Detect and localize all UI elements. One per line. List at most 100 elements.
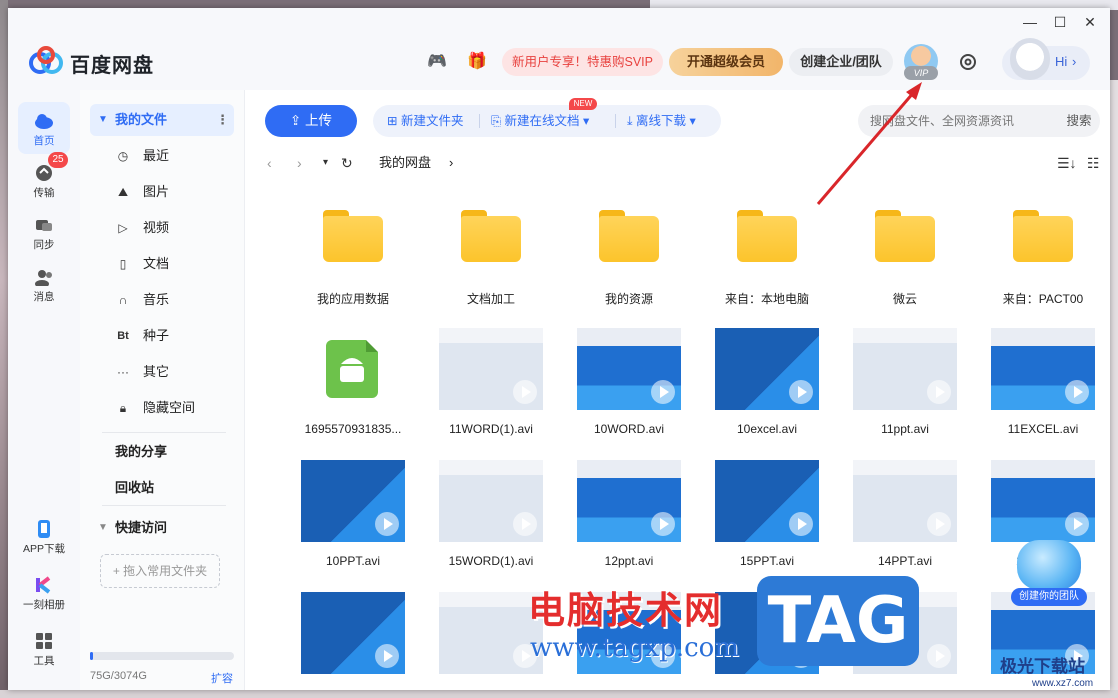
list-view-icon[interactable]: ☷ <box>1087 152 1100 174</box>
recycle-bin-link[interactable]: 回收站 <box>90 472 234 504</box>
file-name: 10PPT.avi <box>325 554 381 568</box>
minimize-button[interactable]: — <box>1016 12 1044 32</box>
folder-icon <box>875 210 935 262</box>
new-folder-button[interactable]: ⊞ 新建文件夹 <box>387 105 463 137</box>
video-thumbnail <box>439 328 543 410</box>
play-icon <box>375 512 399 536</box>
forward-arrow-icon[interactable]: › <box>297 152 302 174</box>
upload-button[interactable]: ⇪ 上传 <box>265 105 357 137</box>
maximize-button[interactable]: ☐ <box>1046 12 1074 32</box>
nav-messages[interactable]: 消息 <box>18 258 70 310</box>
nav-home[interactable]: 首页 <box>18 102 70 154</box>
nav-label: APP下载 <box>22 543 65 555</box>
my-files-label: 我的文件 <box>115 112 168 127</box>
create-team-widget[interactable]: 创建你的团队 <box>1011 540 1087 606</box>
nav-app-download[interactable]: APP下载 <box>18 510 70 562</box>
lock-icon: 🔒︎ <box>119 401 127 415</box>
file-name: 微云 <box>892 292 917 306</box>
category-hidden-space[interactable]: 🔒︎ 隐藏空间 <box>90 392 234 424</box>
apk-file-tile[interactable]: 1695570931835... <box>284 314 422 444</box>
search-button[interactable]: 搜索 <box>1058 105 1100 137</box>
play-icon <box>789 512 813 536</box>
nav-tools[interactable]: 工具 <box>18 622 70 674</box>
video-file-tile[interactable]: 14PPT.avi <box>836 446 974 576</box>
history-dropdown-icon[interactable]: ▾ <box>323 152 328 174</box>
back-arrow-icon[interactable]: ‹ <box>267 152 272 174</box>
video-file-tile[interactable]: 10excel.avi <box>698 314 836 444</box>
video-file-tile[interactable]: 11ppt.avi <box>836 314 974 444</box>
video-file-tile[interactable]: 11WORD(1).avi <box>422 314 560 444</box>
category-torrents[interactable]: Bt 种子 <box>90 320 234 352</box>
play-icon <box>927 644 951 668</box>
video-file-tile[interactable]: 10WORD.avi <box>560 314 698 444</box>
more-options-icon[interactable]: ⋮ <box>216 104 229 136</box>
folder-icon <box>737 210 797 262</box>
watermark-tag-logo: TAG <box>757 576 919 666</box>
my-share-link[interactable]: 我的分享 <box>90 436 234 468</box>
folder-tile[interactable]: 我的资源 <box>560 182 698 312</box>
folder-tile[interactable]: 文档加工 <box>422 182 560 312</box>
nav-label: 工具 <box>33 655 55 667</box>
category-recent[interactable]: ◷ 最近 <box>90 140 234 172</box>
game-icon[interactable]: 🎮 <box>426 51 448 73</box>
category-label: 隐藏空间 <box>143 400 196 415</box>
caret-down-icon: ▼ <box>98 114 108 125</box>
category-label: 视频 <box>143 220 170 235</box>
sort-icon[interactable]: ☰↓ <box>1057 152 1077 174</box>
file-name: 12ppt.avi <box>604 554 654 568</box>
gift-icon[interactable]: 🎁 <box>466 51 488 73</box>
nav-label: 一刻相册 <box>23 599 65 611</box>
category-label: 最近 <box>143 148 170 163</box>
assistant-robot-icon[interactable] <box>1010 38 1050 80</box>
expand-storage-link[interactable]: 扩容 <box>211 670 233 686</box>
refresh-icon[interactable]: ↻ <box>341 152 353 174</box>
folder-plus-icon: ⊞ <box>387 114 401 128</box>
video-file-tile[interactable]: 15PPT.avi <box>698 446 836 576</box>
video-thumbnail <box>439 460 543 542</box>
category-other[interactable]: ··· 其它 <box>90 356 234 388</box>
file-name: 来自：本地电脑 <box>724 292 809 306</box>
folder-icon <box>1013 210 1073 262</box>
phone-icon <box>38 520 50 538</box>
category-videos[interactable]: ▷ 视频 <box>90 212 234 244</box>
video-thumbnail <box>577 328 681 410</box>
message-icon <box>35 270 52 286</box>
transfer-count-badge: 25 <box>48 152 68 168</box>
watermark-site: 极光下载站 <box>1000 657 1085 676</box>
play-icon <box>375 644 399 668</box>
svip-promo-button[interactable]: 新用户专享！特惠购SVIP <box>502 48 663 76</box>
folder-tile[interactable]: 我的应用数据 <box>284 182 422 312</box>
torrent-icon: Bt <box>117 330 129 342</box>
file-name: 15WORD(1).avi <box>448 554 534 568</box>
category-music[interactable]: ∩ 音乐 <box>90 284 234 316</box>
quick-access-header[interactable]: ▼ 快捷访问 <box>90 512 234 544</box>
nav-album[interactable]: 一刻相册 <box>18 566 70 618</box>
file-name: 我的应用数据 <box>316 292 389 306</box>
category-documents[interactable]: ▯ 文档 <box>90 248 234 280</box>
file-name: 1695570931835... <box>304 422 402 436</box>
side-menu: ▼ 我的文件 ⋮ ◷ 最近 ⛰ 图片 ▷ 视频 ▯ 文档 ∩ 音乐 Bt 种子 ··· 其它 … <box>80 90 245 690</box>
category-pictures[interactable]: ⛰ 图片 <box>90 176 234 208</box>
picture-icon: ⛰ <box>117 185 129 199</box>
category-label: 图片 <box>143 184 170 199</box>
close-button[interactable]: ✕ <box>1076 12 1104 32</box>
video-file-tile[interactable]: 12ppt.avi <box>560 446 698 576</box>
breadcrumb-root[interactable]: 我的网盘 <box>379 152 431 174</box>
play-icon <box>651 512 675 536</box>
video-file-tile[interactable]: 10PPT.avi <box>284 446 422 576</box>
folder-tile[interactable]: 来自：PACT00 <box>974 182 1110 312</box>
offline-download-button[interactable]: ⤓ 离线下载 ▾ <box>627 105 696 137</box>
video-file-tile[interactable]: 15WORD(1).avi <box>422 446 560 576</box>
video-thumbnail <box>715 460 819 542</box>
quick-access-dropzone[interactable]: + 拖入常用文件夹 <box>100 554 220 588</box>
video-file-tile[interactable] <box>284 578 422 690</box>
nav-sync[interactable]: 同步 <box>18 206 70 258</box>
settings-icon[interactable] <box>957 51 979 73</box>
create-team-button[interactable]: 创建企业/团队 <box>789 48 893 76</box>
nav-transfer[interactable]: 25 传输 <box>18 152 70 206</box>
video-thumbnail <box>991 460 1095 542</box>
assistant-hi-label[interactable]: Hi <box>1055 54 1067 69</box>
video-file-tile[interactable]: 11EXCEL.avi <box>974 314 1110 444</box>
my-files-header[interactable]: ▼ 我的文件 ⋮ <box>90 104 234 136</box>
open-vip-button[interactable]: 开通超级会员 <box>669 48 783 76</box>
